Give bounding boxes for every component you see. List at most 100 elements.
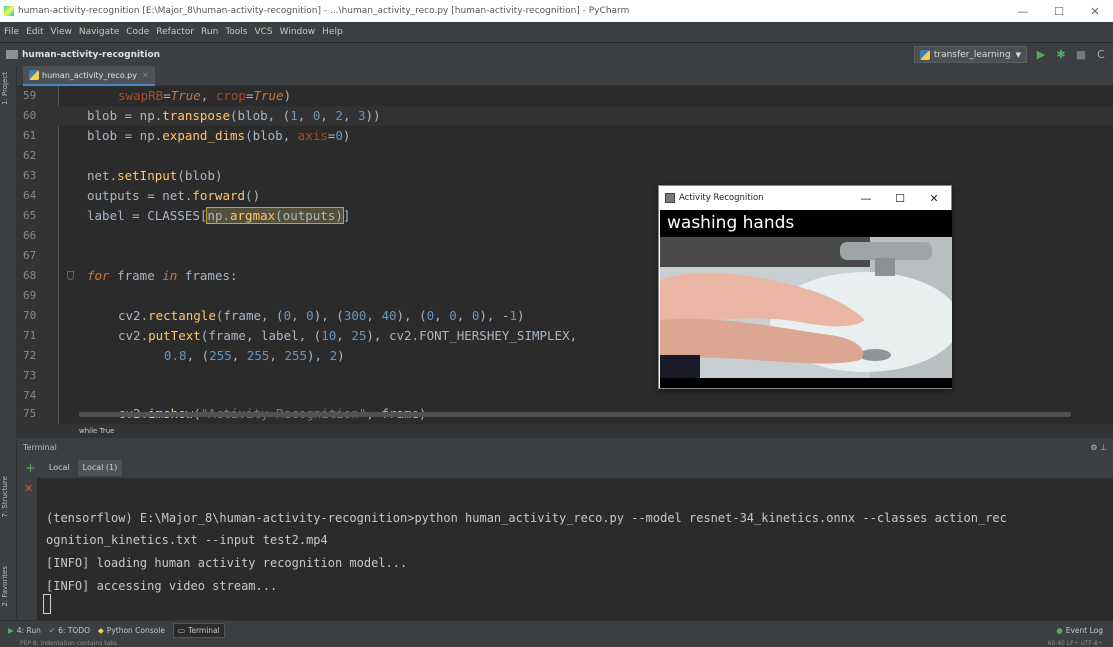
terminal-line: [INFO] loading human activity recognitio… bbox=[46, 556, 408, 570]
code-breadcrumb[interactable]: while True bbox=[17, 424, 1113, 438]
new-terminal-icon[interactable]: + bbox=[25, 461, 36, 476]
window-app-icon bbox=[665, 193, 675, 203]
menu-edit[interactable]: Edit bbox=[26, 27, 43, 37]
python-console-label: Python Console bbox=[106, 626, 165, 635]
structure-tool-button[interactable]: 7: Structure bbox=[1, 476, 15, 518]
menu-view[interactable]: View bbox=[51, 27, 72, 37]
event-log-icon: ● bbox=[1056, 626, 1063, 635]
code-text: for frame in frames: bbox=[87, 268, 238, 283]
terminal-title: Terminal bbox=[23, 443, 57, 452]
python-file-icon bbox=[919, 49, 930, 60]
status-position[interactable]: 60:40 LF÷ UTF-8÷ bbox=[1048, 640, 1103, 647]
fold-marker-icon[interactable] bbox=[67, 271, 74, 280]
terminal-icon: ▭ bbox=[177, 626, 186, 635]
menu-window[interactable]: Window bbox=[280, 27, 316, 37]
popup-title: Activity Recognition bbox=[679, 193, 764, 203]
code-text: swapRB=True, crop=True) bbox=[118, 88, 292, 103]
terminal-line: (tensorflow) E:\Major_8\human-activity-r… bbox=[46, 511, 1007, 525]
coverage-icon[interactable]: C bbox=[1093, 48, 1109, 61]
minimize-button[interactable]: — bbox=[1005, 5, 1041, 18]
line-number: 67 bbox=[23, 249, 37, 262]
todo-tool-label: 6: TODO bbox=[58, 626, 91, 635]
menu-navigate[interactable]: Navigate bbox=[79, 27, 119, 37]
run-tool-button[interactable]: ▶ 4: Run bbox=[8, 626, 41, 635]
popup-titlebar[interactable]: Activity Recognition — ☐ ✕ bbox=[659, 186, 951, 210]
gear-icon[interactable]: ⚙ ⊥ bbox=[1090, 438, 1107, 458]
debug-icon[interactable]: ✱ bbox=[1053, 48, 1069, 61]
line-number: 73 bbox=[23, 369, 37, 382]
code-line: 62 bbox=[17, 146, 1113, 166]
terminal-tab-local-1[interactable]: Local (1) bbox=[77, 460, 123, 476]
code-text: cv2.putText(frame, label, (10, 25), cv2.… bbox=[118, 328, 578, 343]
todo-tool-button[interactable]: ✔ 6: TODO bbox=[49, 626, 90, 635]
menu-refactor[interactable]: Refactor bbox=[156, 27, 194, 37]
python-console-tool-button[interactable]: ◆ Python Console bbox=[98, 626, 165, 635]
menu-help[interactable]: Help bbox=[322, 27, 343, 37]
run-configuration-selector[interactable]: transfer_learning ▼ bbox=[913, 46, 1027, 63]
popup-minimize-button[interactable]: — bbox=[849, 192, 883, 205]
terminal-tab-bar: + Local Local (1) bbox=[17, 458, 1113, 478]
code-text: blob = np.transpose(blob, (1, 0, 2, 3)) bbox=[87, 108, 381, 123]
close-button[interactable]: ✕ bbox=[1077, 5, 1113, 18]
menu-tools[interactable]: Tools bbox=[225, 27, 247, 37]
line-number: 66 bbox=[23, 229, 37, 242]
menu-run[interactable]: Run bbox=[201, 27, 218, 37]
popup-close-button[interactable]: ✕ bbox=[917, 192, 951, 205]
code-text: net.setInput(blob) bbox=[87, 168, 223, 183]
code-line: 74 bbox=[17, 386, 1113, 406]
status-bar: PEP 8: indentation contains tabs 60:40 L… bbox=[0, 640, 1113, 647]
line-number: 63 bbox=[23, 169, 37, 182]
window-title: human-activity-recognition [E:\Major_8\h… bbox=[18, 6, 630, 16]
stop-icon[interactable]: ■ bbox=[1073, 48, 1089, 61]
video-frame: washing hands bbox=[660, 210, 952, 388]
line-number: 75 bbox=[23, 407, 37, 420]
activity-label: washing hands bbox=[667, 213, 795, 233]
menu-bar: File Edit View Navigate Code Refactor Ru… bbox=[0, 22, 1113, 42]
status-message: PEP 8: indentation contains tabs bbox=[20, 640, 118, 647]
menu-vcs[interactable]: VCS bbox=[254, 27, 272, 37]
project-tool-button[interactable]: 1: Project bbox=[1, 72, 15, 105]
terminal-tool-label: Terminal bbox=[188, 626, 220, 635]
bottom-tool-bar: ▶ 4: Run ✔ 6: TODO ◆ Python Console ▭ Te… bbox=[0, 620, 1113, 640]
terminal-tab-local[interactable]: Local bbox=[44, 460, 75, 476]
code-text: blob = np.expand_dims(blob, axis=0) bbox=[87, 128, 351, 143]
horizontal-scrollbar[interactable] bbox=[79, 412, 1071, 417]
terminal-line: [INFO] accessing video stream... bbox=[46, 579, 278, 593]
line-number: 72 bbox=[23, 349, 37, 362]
todo-icon: ✔ bbox=[48, 626, 56, 635]
terminal-tool-button[interactable]: ▭ Terminal bbox=[172, 623, 225, 638]
line-number: 74 bbox=[23, 389, 37, 402]
left-tool-window-strip: 1: Project 7: Structure 2: Favorites bbox=[0, 66, 17, 620]
tab-human-activity-reco[interactable]: human_activity_reco.py ✕ bbox=[23, 66, 155, 86]
folder-icon bbox=[6, 50, 18, 59]
menu-file[interactable]: File bbox=[4, 27, 19, 37]
chevron-down-icon: ▼ bbox=[1015, 50, 1021, 59]
close-terminal-icon[interactable]: ✕ bbox=[24, 482, 33, 495]
project-breadcrumb[interactable]: human-activity-recognition bbox=[22, 50, 160, 60]
code-text: outputs = net.forward() bbox=[87, 188, 261, 203]
line-number: 60 bbox=[23, 109, 37, 122]
run-icon: ▶ bbox=[8, 626, 14, 635]
terminal-output[interactable]: (tensorflow) E:\Major_8\human-activity-r… bbox=[37, 478, 1113, 620]
line-number: 62 bbox=[23, 149, 37, 162]
popup-maximize-button[interactable]: ☐ bbox=[883, 192, 917, 205]
close-tab-icon[interactable]: ✕ bbox=[142, 71, 149, 80]
code-line-current: 60 blob = np.transpose(blob, (1, 0, 2, 3… bbox=[17, 106, 1113, 126]
code-text: 0.8, (255, 255, 255), 2) bbox=[164, 348, 345, 363]
code-line: 61 blob = np.expand_dims(blob, axis=0) bbox=[17, 126, 1113, 146]
line-number: 69 bbox=[23, 289, 37, 302]
menu-code[interactable]: Code bbox=[126, 27, 149, 37]
activity-recognition-window[interactable]: Activity Recognition — ☐ ✕ washing hands bbox=[658, 185, 952, 389]
run-icon[interactable]: ▶ bbox=[1033, 48, 1049, 61]
event-log-button[interactable]: ● Event Log bbox=[1056, 626, 1103, 635]
terminal-cursor bbox=[43, 594, 51, 614]
code-text: label = CLASSES[np.argmax(outputs)] bbox=[87, 207, 351, 224]
run-tool-label: 4: Run bbox=[16, 626, 41, 635]
maximize-button[interactable]: ☐ bbox=[1041, 5, 1077, 18]
event-log-label: Event Log bbox=[1065, 626, 1103, 635]
terminal-header: Terminal ⚙ ⊥ bbox=[17, 438, 1113, 458]
python-file-icon bbox=[29, 70, 39, 80]
tab-label: human_activity_reco.py bbox=[42, 70, 137, 80]
line-number: 64 bbox=[23, 189, 37, 202]
favorites-tool-button[interactable]: 2: Favorites bbox=[1, 566, 15, 607]
